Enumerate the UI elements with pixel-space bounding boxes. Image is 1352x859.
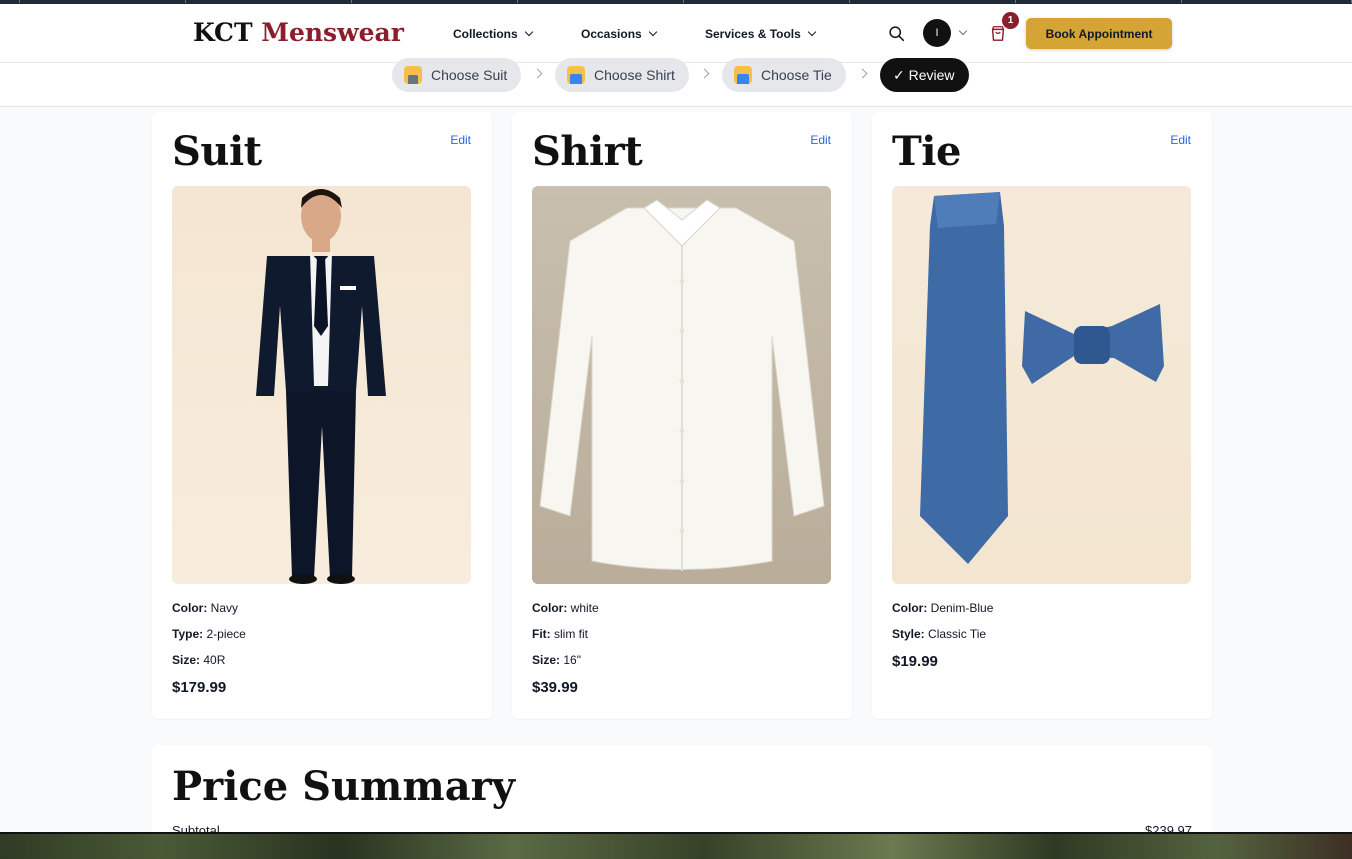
shirt-illustration (539, 199, 825, 571)
tie-person-icon (734, 66, 752, 84)
nav-collections[interactable]: Collections (453, 4, 533, 63)
cart-count-badge: 1 (1002, 12, 1019, 29)
shirt-size: Size: 16" (532, 653, 581, 667)
chevron-down-icon (648, 27, 657, 36)
step-label: ✓ Review (893, 66, 955, 83)
logo-kct: KCT (193, 18, 253, 47)
chevron-right-icon (532, 68, 543, 79)
chevron-down-icon[interactable] (958, 26, 968, 36)
tie-title: Tie (892, 128, 961, 175)
suit-person-icon (404, 66, 422, 84)
chevron-right-icon (699, 68, 710, 79)
step-review[interactable]: ✓ Review (880, 58, 969, 92)
suit-size: Size: 40R (172, 653, 226, 667)
edit-shirt-link[interactable]: Edit (810, 133, 831, 147)
tie-color: Color: Denim-Blue (892, 601, 994, 615)
nav-occasions[interactable]: Occasions (581, 4, 657, 63)
user-avatar[interactable]: I (923, 19, 951, 47)
shirt-card: Shirt Edit Color: white Fit: slim fit Si… (512, 112, 852, 719)
book-appointment-button[interactable]: Book Appointment (1026, 18, 1172, 49)
step-choose-suit[interactable]: Choose Suit (392, 58, 522, 92)
suit-price: $179.99 (172, 679, 227, 696)
suit-card: Suit Edit Color: Navy Type: 2-piece Size… (152, 112, 492, 719)
footer-background-image (0, 832, 1352, 859)
edit-suit-link[interactable]: Edit (450, 133, 471, 147)
shirt-person-icon (567, 66, 585, 84)
chevron-down-icon (524, 27, 533, 36)
step-label: Choose Shirt (594, 67, 675, 83)
nav-collections-label: Collections (453, 26, 518, 41)
search-icon[interactable] (888, 25, 905, 42)
nav-services-label: Services & Tools (705, 26, 801, 41)
chevron-down-icon (807, 27, 817, 36)
nav-occasions-label: Occasions (581, 26, 642, 41)
logo-menswear: Menswear (261, 18, 404, 47)
tie-price: $19.99 (892, 653, 938, 670)
tie-illustration (920, 192, 1164, 564)
nav-services-tools[interactable]: Services & Tools (705, 4, 817, 63)
shirt-fit: Fit: slim fit (532, 627, 588, 641)
shirt-color: Color: white (532, 601, 599, 615)
tie-style: Style: Classic Tie (892, 627, 987, 641)
tie-card: Tie Edit Color: Denim-Blue Style: Classi… (872, 112, 1212, 719)
suit-color: Color: Navy (172, 601, 239, 615)
shirt-image (532, 186, 831, 584)
chevron-right-icon (857, 68, 868, 79)
suit-type: Type: 2-piece (172, 627, 246, 641)
step-label: Choose Tie (761, 67, 832, 83)
suit-image (172, 186, 471, 584)
suit-model-illustration (256, 189, 386, 584)
progress-steps: Choose Suit Choose Shirt Choose Tie ✓ Re… (0, 58, 1352, 107)
shirt-price: $39.99 (532, 679, 578, 696)
step-choose-shirt[interactable]: Choose Shirt (555, 58, 689, 92)
tie-image (892, 186, 1191, 584)
shirt-title: Shirt (532, 128, 643, 175)
site-header: KCT Menswear Collections Occasions Servi… (0, 4, 1352, 63)
brand-logo[interactable]: KCT Menswear (193, 18, 404, 47)
step-choose-tie[interactable]: Choose Tie (722, 58, 846, 92)
edit-tie-link[interactable]: Edit (1170, 133, 1191, 147)
price-summary-title: Price Summary (172, 763, 515, 810)
suit-title: Suit (172, 128, 262, 175)
step-label: Choose Suit (431, 67, 508, 83)
